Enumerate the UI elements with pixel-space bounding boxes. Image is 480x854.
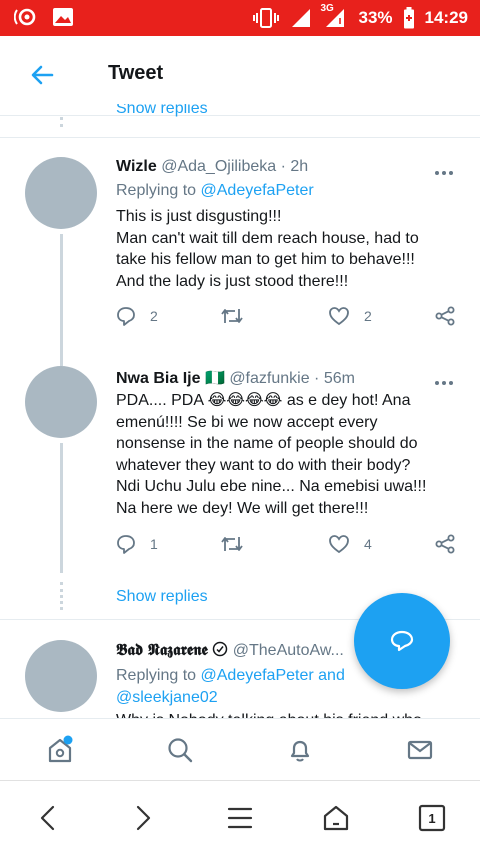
author-handle: @fazfunkie: [229, 370, 310, 387]
tweet-line: whatever they want to do with their body…: [116, 456, 411, 474]
mention-link[interactable]: @sleekjane02: [116, 689, 218, 706]
reply-button[interactable]: 1: [116, 534, 158, 554]
retweet-icon: [221, 537, 243, 551]
tweet-nwa-bia-ije[interactable]: Nwa Bia Ije 🇳🇬 @fazfunkie · 56m PDA.... …: [0, 358, 480, 620]
replying-to-prefix: Replying to: [116, 667, 201, 684]
share-icon: [435, 534, 455, 554]
show-replies-link[interactable]: Show replies: [116, 588, 208, 606]
tweet-line: And the lady is just stood there!!!: [116, 272, 349, 290]
tweet-line: Ndi Uchu Julu ebe nine... Na emebisi uwa…: [116, 478, 427, 495]
clock: 14:29: [424, 8, 468, 27]
page-title: Tweet: [108, 62, 164, 84]
author-name[interactable]: Nwa Bia Ije: [116, 370, 200, 387]
status-bar: 3G 33% 14:29: [0, 0, 480, 36]
retweet-icon: [221, 309, 243, 323]
share-button[interactable]: [434, 534, 456, 554]
nigeria-flag-emoji: 🇳🇬: [204, 370, 225, 387]
reply-icon: [117, 535, 135, 554]
share-button[interactable]: [434, 306, 456, 326]
like-button[interactable]: 2: [328, 306, 372, 326]
tweet-line: nonsense in the name of people should do: [116, 435, 418, 452]
tweet-text: PDA.... PDA 😂😂😂😂 as e dey hot! Ana emenú…: [116, 390, 456, 519]
verified-style-icon: [212, 641, 232, 659]
back-arrow-icon[interactable]: [28, 62, 58, 88]
reply-button[interactable]: 2: [116, 306, 158, 326]
reply-count: 1: [150, 536, 158, 552]
thread-line: [60, 358, 63, 366]
tab-count: 1: [428, 810, 436, 826]
avatar[interactable]: [25, 640, 97, 712]
browser-home-icon[interactable]: [321, 803, 351, 833]
avatar[interactable]: [25, 366, 97, 438]
tweet-author-row: Nwa Bia Ije 🇳🇬 @fazfunkie · 56m: [116, 368, 355, 388]
messages-envelope-icon[interactable]: [405, 735, 435, 765]
tweet-author-row: Wizle @Ada_Ojilibeka · 2h: [116, 158, 308, 176]
tweet-line: Man can't wait till dem reach house, had…: [116, 229, 419, 247]
heart-icon: [329, 307, 349, 326]
more-options-icon[interactable]: [434, 163, 454, 175]
share-icon: [435, 306, 455, 326]
reply-icon: [117, 307, 135, 326]
tweet-time: · 2h: [280, 158, 309, 175]
browser-toolbar: 1: [0, 780, 480, 854]
avatar[interactable]: [25, 157, 97, 229]
retweet-button[interactable]: [220, 534, 244, 554]
home-icon[interactable]: [45, 735, 75, 765]
battery-charging-icon: [403, 7, 415, 29]
author-handle: @TheAutoAw...: [232, 642, 344, 659]
compose-reply-button[interactable]: [354, 593, 450, 689]
bottom-tab-bar: [0, 718, 480, 780]
tweet-actions: 1 4: [116, 534, 456, 556]
retweet-button[interactable]: [220, 306, 244, 326]
mention-link[interactable]: @AdeyefaPeter: [201, 182, 314, 199]
thread-line: [60, 443, 63, 573]
thread-line: [60, 234, 63, 358]
tweet-line: This is just disgusting!!!: [116, 208, 282, 225]
tweet-line: Na here we dey! We will get there!!!: [116, 499, 369, 517]
battery-percent: 33%: [358, 8, 393, 27]
mobile-data-indicator: 3G: [320, 3, 348, 29]
heart-icon: [329, 535, 349, 554]
mention-link[interactable]: @AdeyefaPeter: [201, 667, 314, 684]
signal-icon: [290, 7, 312, 29]
notification-icon: [14, 6, 40, 28]
image-icon: [52, 7, 74, 27]
network-type-label: 3G: [320, 3, 334, 14]
tweet-text: Why is Nobody talking about his friend w…: [116, 710, 456, 718]
show-replies-link-partial[interactable]: Show replies: [116, 104, 208, 122]
like-count: 4: [364, 536, 372, 552]
replying-to-and: and: [313, 667, 345, 684]
replying-to-prefix: Replying to: [116, 182, 201, 199]
search-icon[interactable]: [165, 735, 195, 765]
author-name[interactable]: 𝕭𝖆𝖉 𝕹𝖆𝖟𝖆𝖗𝖊𝖓𝖊: [116, 642, 208, 659]
tweet-text: This is just disgusting!!! Man can't wai…: [116, 206, 456, 292]
thread-dots: [60, 117, 63, 127]
browser-tabs-button[interactable]: 1: [417, 803, 447, 833]
thread-dots: [60, 582, 63, 610]
author-handle: @Ada_Ojilibeka: [161, 158, 277, 175]
tweet-wizle[interactable]: Wizle @Ada_Ojilibeka · 2h Replying to @A…: [0, 138, 480, 358]
browser-back-icon[interactable]: [33, 803, 63, 833]
more-options-icon[interactable]: [434, 373, 454, 385]
replying-to: Replying to @AdeyefaPeter: [116, 182, 314, 200]
browser-forward-icon[interactable]: [128, 803, 158, 833]
reply-bubble-icon: [390, 630, 414, 652]
tweet-time: · 56m: [314, 370, 355, 387]
notifications-bell-icon[interactable]: [285, 735, 315, 765]
tweet-line: emenú!!!! Se bi we now accept every: [116, 413, 378, 431]
author-name[interactable]: Wizle: [116, 158, 157, 175]
tweet-line: Why is Nobody talking about his friend w…: [116, 710, 456, 718]
tweet-line: take his fellow man to get him to behave…: [116, 251, 415, 268]
reply-count: 2: [150, 308, 158, 324]
vibrate-icon: [252, 7, 280, 29]
like-count: 2: [364, 308, 372, 324]
replying-to: Replying to @AdeyefaPeter and @sleekjane…: [116, 665, 345, 709]
tweet-line: PDA.... PDA 😂😂😂😂 as e dey hot! Ana: [116, 392, 411, 409]
app-header: Tweet: [0, 36, 480, 116]
like-button[interactable]: 4: [328, 534, 372, 554]
tweet-author-row: 𝕭𝖆𝖉 𝕹𝖆𝖟𝖆𝖗𝖊𝖓𝖊 @TheAutoAw...: [116, 641, 344, 660]
browser-menu-icon[interactable]: [225, 803, 255, 833]
tweet-actions: 2 2: [116, 306, 456, 328]
